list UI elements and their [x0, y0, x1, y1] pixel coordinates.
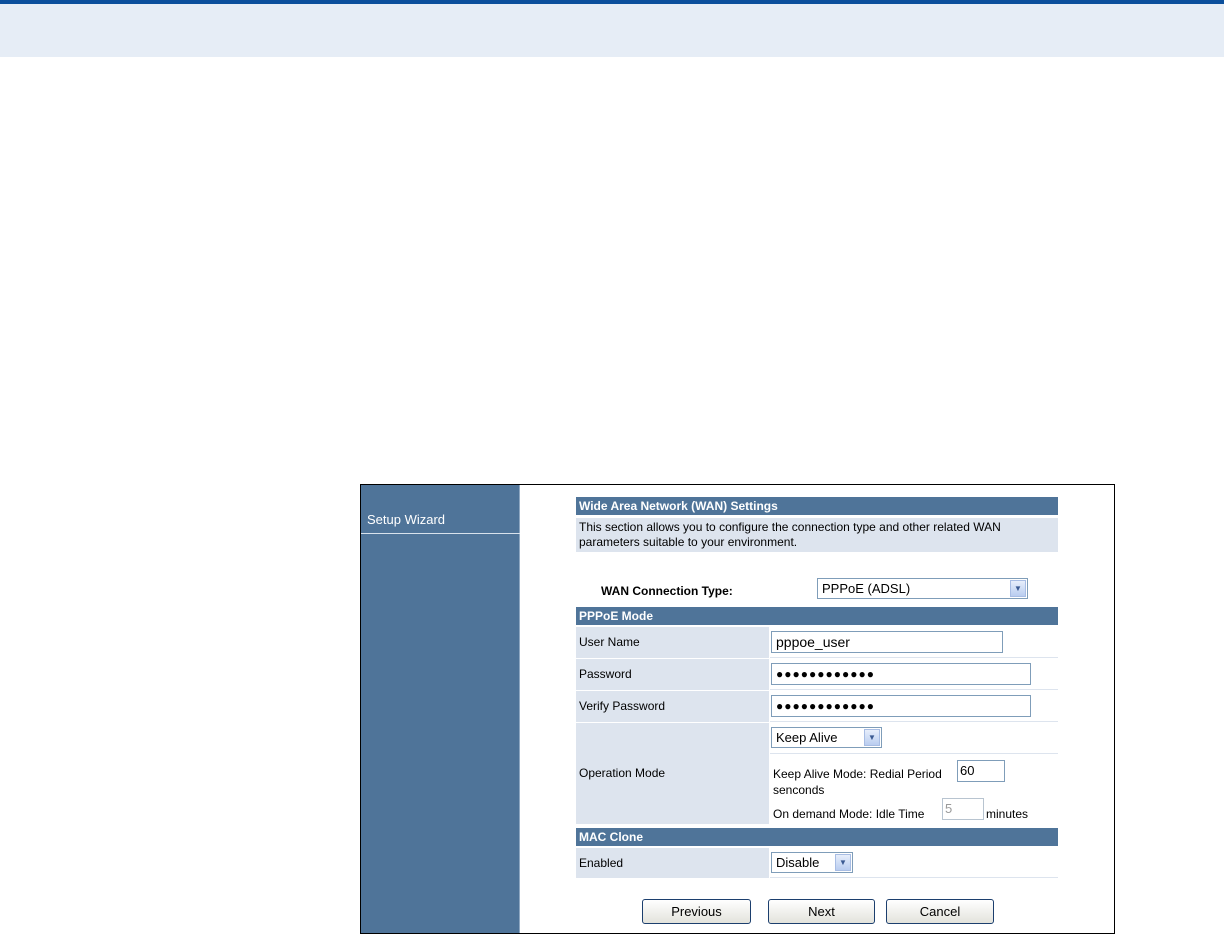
mac-clone-enabled-label: Enabled [576, 848, 769, 878]
on-demand-idle-input[interactable]: 5 [942, 798, 984, 820]
wan-connection-type-value: PPPoE (ADSL) [822, 581, 911, 596]
user-name-cell: pppoe_user [770, 627, 1058, 658]
wan-connection-type-select[interactable]: PPPoE (ADSL) ▼ [817, 578, 1028, 599]
verify-password-cell: ●●●●●●●●●●●● [770, 691, 1058, 722]
pppoe-mode-header: PPPoE Mode [576, 607, 1058, 625]
user-name-input[interactable]: pppoe_user [771, 631, 1003, 653]
mac-clone-enabled-cell: Disable ▼ [770, 848, 1058, 878]
wan-settings-panel: Wide Area Network (WAN) Settings This se… [361, 485, 1114, 933]
verify-password-input[interactable]: ●●●●●●●●●●●● [771, 695, 1031, 717]
password-input[interactable]: ●●●●●●●●●●●● [771, 663, 1031, 685]
keep-alive-text: Keep Alive Mode: Redial Period [773, 767, 942, 781]
next-button[interactable]: Next [768, 899, 875, 924]
keep-alive-unit: senconds [773, 783, 825, 797]
verify-password-label: Verify Password [576, 691, 769, 722]
on-demand-text: On demand Mode: Idle Time [773, 807, 925, 821]
mac-clone-header: MAC Clone [576, 828, 1058, 846]
router-config-frame: Setup Wizard Wide Area Network (WAN) Set… [360, 484, 1115, 934]
chevron-down-icon[interactable]: ▼ [864, 729, 880, 746]
wan-settings-header: Wide Area Network (WAN) Settings [576, 497, 1058, 515]
chevron-down-icon[interactable]: ▼ [835, 854, 851, 871]
mac-clone-enabled-value: Disable [776, 855, 820, 870]
wan-description: This section allows you to configure the… [576, 518, 1058, 552]
keep-alive-redial-input[interactable]: 60 [957, 760, 1005, 782]
cancel-button[interactable]: Cancel [886, 899, 994, 924]
mac-clone-enabled-select[interactable]: Disable ▼ [771, 852, 853, 873]
wan-connection-type-label: WAN Connection Type: [601, 584, 733, 598]
operation-mode-label: Operation Mode [576, 723, 769, 824]
operation-mode-select[interactable]: Keep Alive ▼ [771, 727, 882, 748]
chevron-down-icon[interactable]: ▼ [1010, 580, 1026, 597]
previous-button[interactable]: Previous [642, 899, 751, 924]
password-cell: ●●●●●●●●●●●● [770, 659, 1058, 690]
operation-mode-value: Keep Alive [776, 730, 838, 745]
on-demand-unit: minutes [986, 807, 1029, 821]
operation-mode-options-cell: Keep Alive Mode: Redial Period 60 sencon… [770, 755, 1058, 824]
password-label: Password [576, 659, 769, 690]
document-header-band [0, 0, 1224, 57]
operation-mode-select-cell: Keep Alive ▼ [770, 723, 1058, 754]
user-name-label: User Name [576, 627, 769, 658]
